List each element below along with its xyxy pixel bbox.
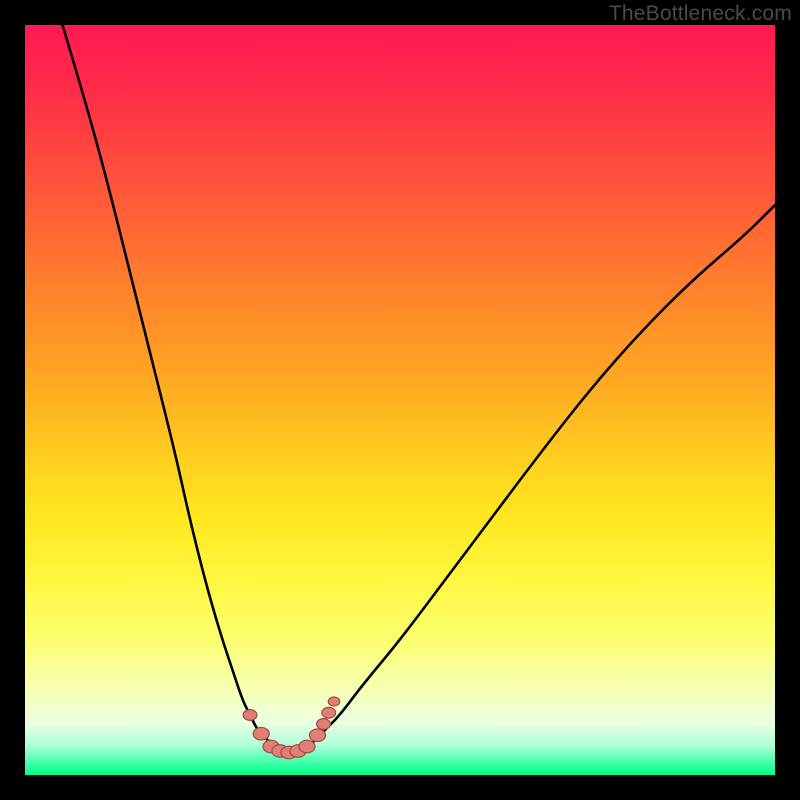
data-marker [317, 719, 331, 730]
marker-layer [243, 697, 340, 759]
bottleneck-curve [63, 25, 776, 753]
chart-frame: TheBottleneck.com [0, 0, 800, 800]
data-marker [243, 710, 257, 721]
plot-area [25, 25, 775, 775]
data-marker [309, 729, 325, 742]
curve-layer [63, 25, 776, 753]
data-marker [322, 707, 336, 718]
data-marker [328, 697, 340, 706]
data-marker [253, 727, 269, 740]
data-marker [299, 740, 315, 753]
chart-svg [25, 25, 775, 775]
watermark-text: TheBottleneck.com [609, 2, 792, 26]
